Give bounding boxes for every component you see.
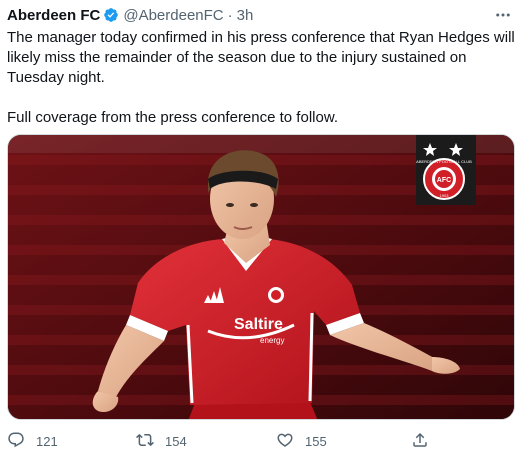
share-icon [411,431,429,452]
more-options-icon[interactable] [493,5,513,25]
author-handle[interactable]: @AberdeenFC [123,7,223,24]
tweet-paragraph: The manager today confirmed in his press… [7,29,515,86]
crest-initials: AFC [437,177,451,184]
heart-icon [276,431,294,452]
sponsor-subtext: energy [260,336,284,345]
tweet-actions: 121 154 155 [0,428,525,454]
like-count: 155 [305,433,327,449]
share-button[interactable] [411,428,429,454]
separator-dot: · [227,6,233,24]
tweet-timestamp[interactable]: 3h [237,7,254,24]
sponsor-text: Saltire [234,316,283,333]
tweet-header: Aberdeen FC @AberdeenFC · 3h [7,5,513,25]
reply-button[interactable]: 121 [7,428,58,454]
author-name[interactable]: Aberdeen FC [7,7,100,24]
reply-icon [7,431,25,452]
verified-badge-icon [103,7,119,23]
crest-year: 1903 [440,193,450,198]
crest-text: ABERDEEN FOOTBALL CLUB [416,159,472,164]
retweet-icon [136,431,154,452]
like-button[interactable]: 155 [276,428,327,454]
tweet-paragraph: Full coverage from the press conference … [7,109,338,126]
retweet-button[interactable]: 154 [136,428,187,454]
reply-count: 121 [36,433,58,449]
tweet-text: The manager today confirmed in his press… [7,28,519,128]
tweet-media-image[interactable]: Saltire energy AFC ABERDEEN FOOTBALL CLU… [7,134,515,420]
retweet-count: 154 [165,433,187,449]
